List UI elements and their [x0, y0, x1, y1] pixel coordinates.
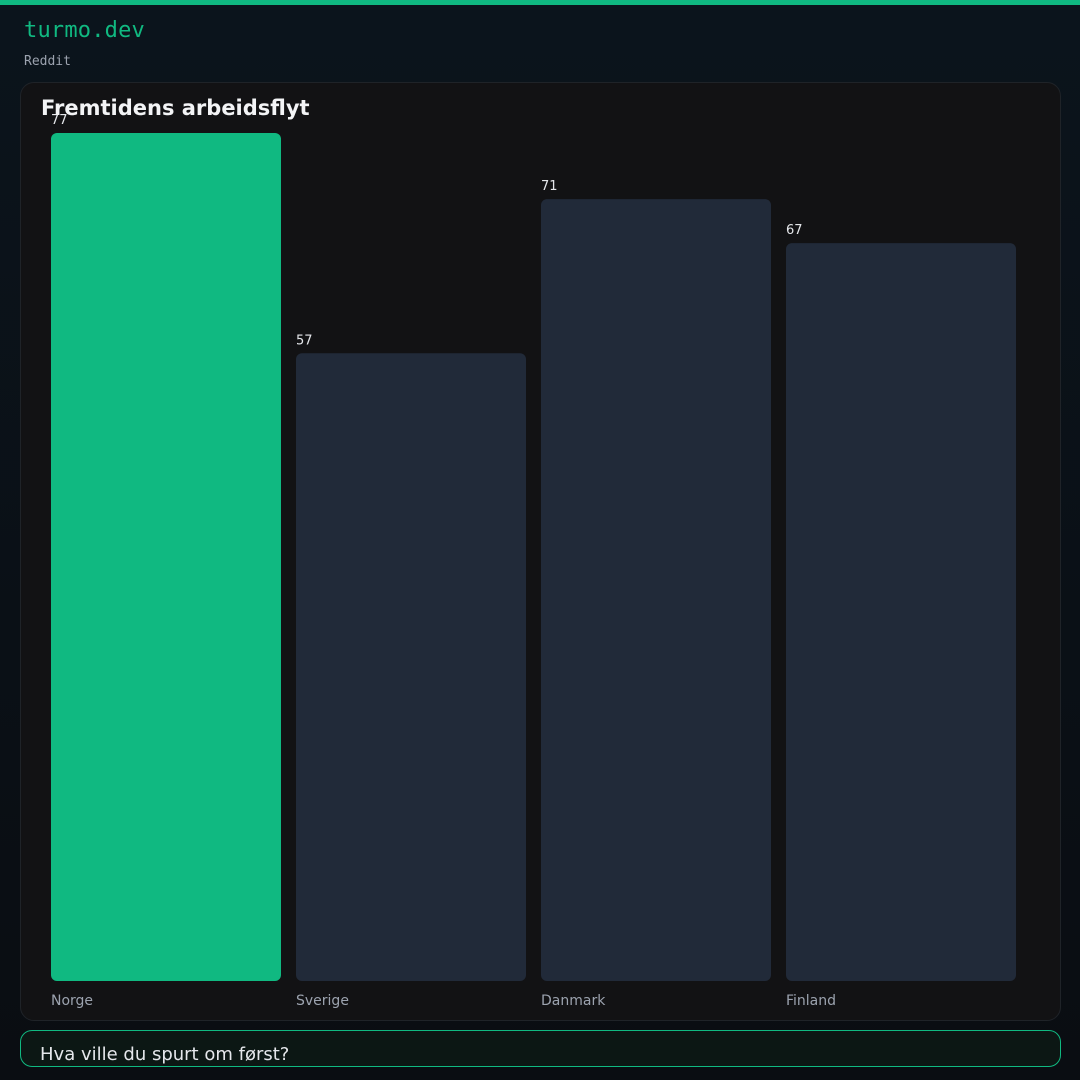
- category-label-sverige: Sverige: [296, 993, 349, 1009]
- bar-sverige: [296, 353, 526, 981]
- value-label-danmark: 71: [541, 179, 558, 194]
- bar-chart: 77Norge57Sverige71Danmark67Finland: [51, 113, 1016, 1009]
- top-accent-bar: [0, 0, 1080, 5]
- value-label-sverige: 57: [296, 333, 313, 348]
- chart-card: Fremtidens arbeidsflyt 77 Norge 57 Sverige 7…: [20, 82, 1061, 1021]
- bar-norge: [51, 133, 281, 981]
- category-label-norge: Norge: [51, 993, 93, 1009]
- chart-title: Fremtidens arbeidsflyt: [41, 96, 310, 120]
- question-prompt[interactable]: Hva ville du spurt om først?: [20, 1030, 1061, 1067]
- category-label-danmark: Danmark: [541, 993, 606, 1009]
- bar-finland: [786, 243, 1016, 981]
- category-label-finland: Finland: [786, 993, 836, 1009]
- bar-danmark: [541, 199, 771, 982]
- question-text: Hva ville du spurt om først?: [40, 1044, 290, 1065]
- brand-logo-text: turmo.dev: [24, 18, 146, 43]
- source-label: Reddit: [24, 54, 71, 69]
- value-label-finland: 67: [786, 223, 803, 238]
